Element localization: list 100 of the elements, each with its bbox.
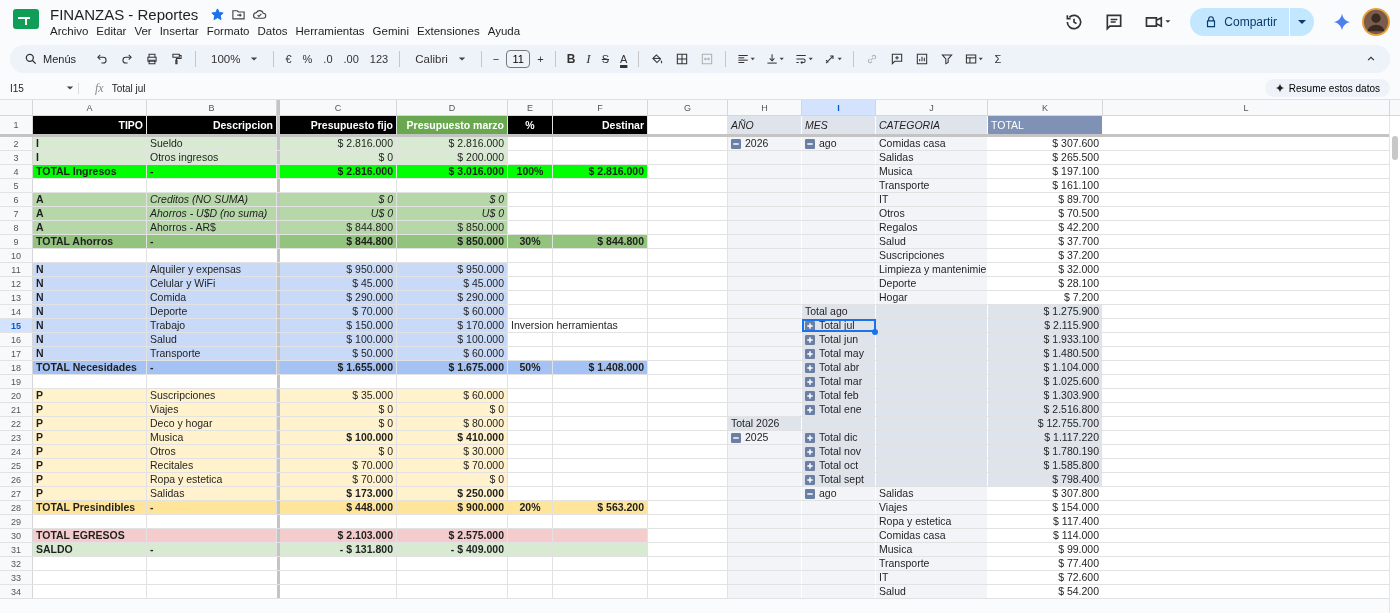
menu-item[interactable]: Gemini xyxy=(372,24,415,38)
summarize-button[interactable]: Resume estos datos xyxy=(1264,79,1390,97)
pivot-cell[interactable] xyxy=(802,207,876,220)
row-number[interactable]: 24 xyxy=(0,445,33,458)
format-button[interactable]: 123 xyxy=(365,48,393,70)
pivot-cell[interactable]: Transporte xyxy=(876,557,988,570)
pivot-cell[interactable]: $ 2.516.800 xyxy=(988,403,1103,416)
text-style-button[interactable]: S xyxy=(597,48,614,70)
pivot-cell[interactable]: $ 798.400 xyxy=(988,473,1103,486)
pivot-cell[interactable] xyxy=(728,277,802,290)
pivot-cell[interactable]: $ 12.755.700 xyxy=(988,417,1103,430)
pivot-cell[interactable]: ago xyxy=(802,487,876,500)
pivot-cell[interactable] xyxy=(728,333,802,346)
comments-icon[interactable] xyxy=(1104,12,1125,32)
pivot-cell[interactable] xyxy=(728,193,802,206)
pivot-cell[interactable] xyxy=(802,585,876,598)
row-number[interactable]: 31 xyxy=(0,543,33,556)
pivot-cell[interactable] xyxy=(728,207,802,220)
column-header[interactable]: C xyxy=(280,100,397,115)
pivot-cell[interactable]: Total 2026 xyxy=(728,417,802,430)
pivot-cell[interactable]: $ 1.275.900 xyxy=(988,305,1103,318)
pivot-cell[interactable] xyxy=(728,529,802,542)
pivot-cell[interactable]: Salidas xyxy=(876,151,988,164)
pivot-cell[interactable] xyxy=(802,543,876,556)
pivot-cell[interactable] xyxy=(802,277,876,290)
scrollbar-thumb[interactable] xyxy=(1392,136,1398,160)
filter-icon[interactable] xyxy=(940,52,955,66)
column-header[interactable]: I xyxy=(802,100,876,115)
pivot-cell[interactable]: Total mar xyxy=(802,375,876,388)
format-button[interactable]: % xyxy=(298,48,317,70)
menu-item[interactable]: Archivo xyxy=(50,24,95,38)
pivot-cell[interactable]: Total sept xyxy=(802,473,876,486)
pivot-cell[interactable]: Salud xyxy=(876,235,988,248)
pivot-cell[interactable]: Otros xyxy=(876,207,988,220)
pivot-cell[interactable] xyxy=(728,557,802,570)
row-number[interactable]: 33 xyxy=(0,571,33,584)
pivot-cell[interactable]: $ 1.025.600 xyxy=(988,375,1103,388)
row-number[interactable]: 16 xyxy=(0,333,33,346)
pivot-cell[interactable]: Hogar xyxy=(876,291,988,304)
pivot-cell[interactable] xyxy=(728,571,802,584)
pivot-cell[interactable] xyxy=(728,235,802,248)
pivot-cell[interactable]: $ 1.117.220 xyxy=(988,431,1103,444)
pivot-cell[interactable]: Ropa y estetica xyxy=(876,515,988,528)
pivot-cell[interactable] xyxy=(728,375,802,388)
pivot-cell[interactable]: Limpieza y mantenimie xyxy=(876,263,988,276)
minus-icon[interactable] xyxy=(805,138,815,149)
pivot-cell[interactable] xyxy=(728,221,802,234)
pivot-cell[interactable] xyxy=(728,291,802,304)
row-number[interactable]: 4 xyxy=(0,165,33,178)
minus-icon[interactable] xyxy=(731,432,741,443)
pivot-cell[interactable] xyxy=(728,501,802,514)
menu-item[interactable]: Herramientas xyxy=(295,24,371,38)
pivot-cell[interactable] xyxy=(802,417,876,430)
pivot-cell[interactable]: Total oct xyxy=(802,459,876,472)
menu-item[interactable]: Formato xyxy=(206,24,256,38)
pivot-cell[interactable] xyxy=(728,515,802,528)
pivot-cell[interactable]: AÑO xyxy=(728,116,802,134)
paint-bucket-icon[interactable] xyxy=(650,52,665,66)
pivot-cell[interactable]: $ 1.104.000 xyxy=(988,361,1103,374)
share-caret-icon[interactable] xyxy=(1290,8,1314,36)
menu-item[interactable]: Editar xyxy=(96,24,133,38)
pivot-cell[interactable]: Regalos xyxy=(876,221,988,234)
row-number[interactable]: 6 xyxy=(0,193,33,206)
row-number[interactable]: 7 xyxy=(0,207,33,220)
pivot-cell[interactable] xyxy=(728,487,802,500)
paint-roller-icon[interactable] xyxy=(170,52,185,66)
pivot-cell[interactable] xyxy=(728,249,802,262)
pivot-cell[interactable] xyxy=(802,193,876,206)
pivot-cell[interactable] xyxy=(802,235,876,248)
row-number[interactable]: 34 xyxy=(0,585,33,598)
pivot-cell[interactable] xyxy=(802,249,876,262)
plus-icon[interactable] xyxy=(805,432,815,443)
row-number[interactable]: 21 xyxy=(0,403,33,416)
formula-field[interactable]: Total jul xyxy=(111,82,146,94)
pivot-cell[interactable] xyxy=(728,361,802,374)
pivot-cell[interactable]: Musica xyxy=(876,543,988,556)
rotate-text-icon[interactable] xyxy=(823,52,844,66)
sheets-logo[interactable] xyxy=(12,8,40,30)
pivot-cell[interactable]: Comidas casa xyxy=(876,529,988,542)
add-comment-icon[interactable] xyxy=(890,52,905,66)
merge-icon[interactable] xyxy=(700,52,715,66)
pivot-cell[interactable] xyxy=(802,515,876,528)
row-number[interactable]: 15 xyxy=(0,319,33,332)
pivot-cell[interactable]: Transporte xyxy=(876,179,988,192)
menu-item[interactable]: Datos xyxy=(257,24,294,38)
menu-item[interactable]: Ayuda xyxy=(487,24,527,38)
pivot-cell[interactable]: CATEGORIA xyxy=(876,116,988,134)
row-number[interactable]: 18 xyxy=(0,361,33,374)
pivot-cell[interactable] xyxy=(802,571,876,584)
row-number[interactable]: 17 xyxy=(0,347,33,360)
folder-icon[interactable] xyxy=(231,7,247,22)
pivot-cell[interactable]: Musica xyxy=(876,165,988,178)
format-button[interactable]: .00 xyxy=(339,48,363,70)
plus-icon[interactable] xyxy=(805,460,815,471)
pivot-cell[interactable]: Salidas xyxy=(876,487,988,500)
plus-icon[interactable] xyxy=(805,334,815,345)
pivot-cell[interactable] xyxy=(728,165,802,178)
pivot-cell[interactable]: $ 1.933.100 xyxy=(988,333,1103,346)
row-number[interactable]: 29 xyxy=(0,515,33,528)
search-menus-field[interactable]: Menús xyxy=(16,48,89,70)
